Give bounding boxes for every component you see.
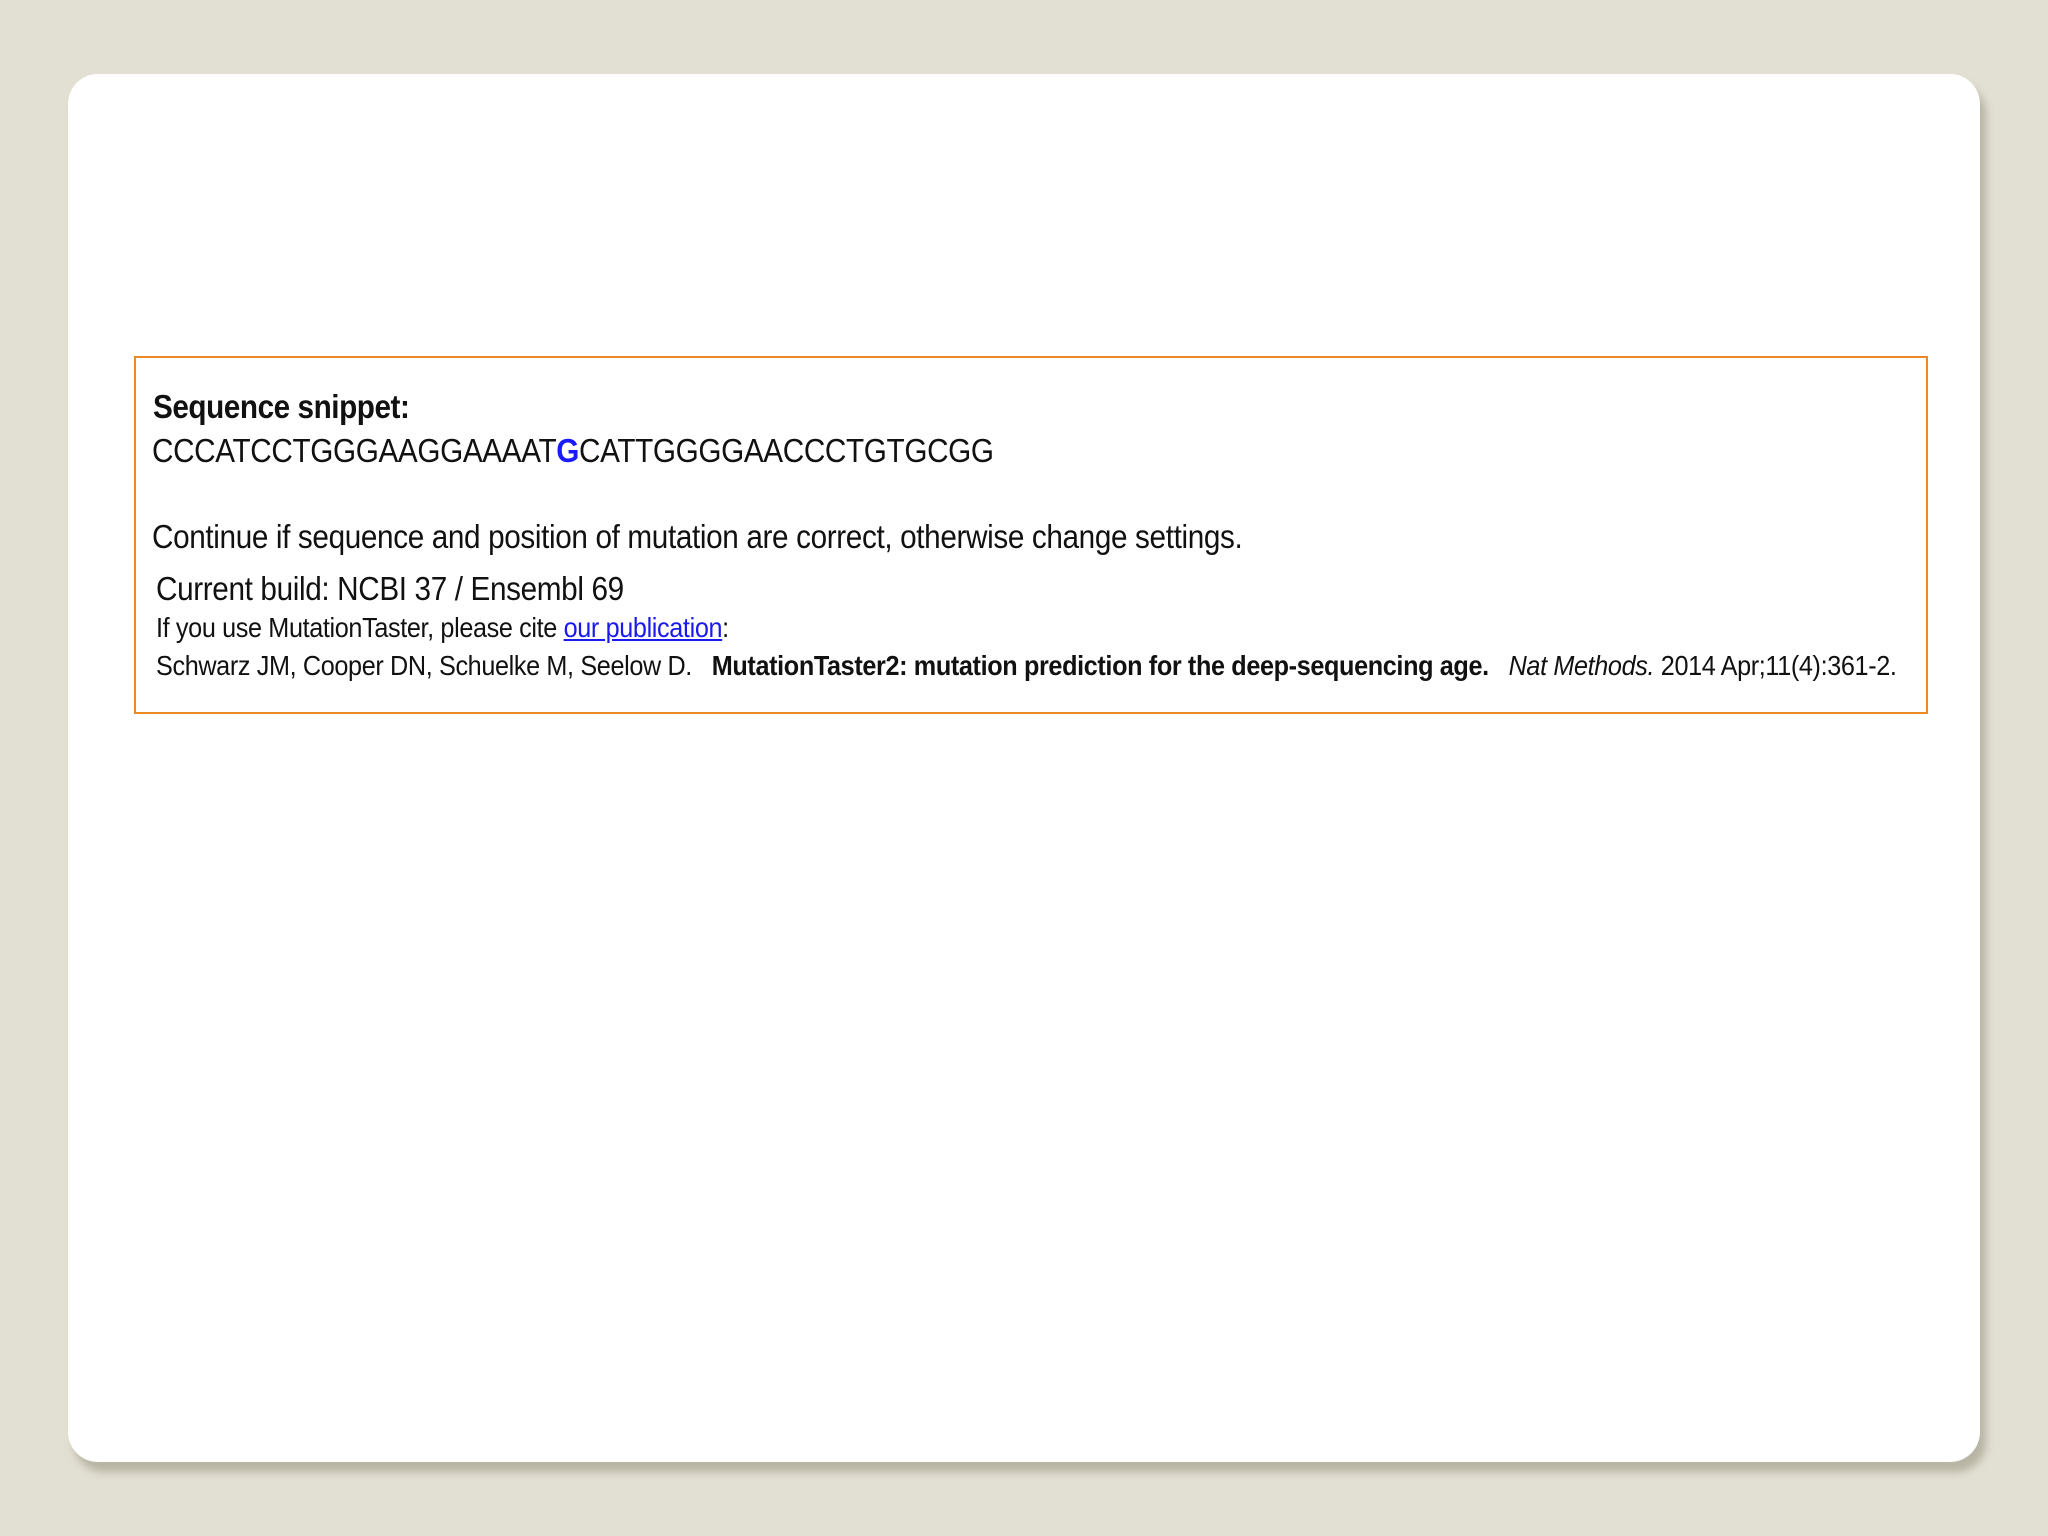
sequence-heading: Sequence snippet: [153, 388, 410, 425]
current-build: Current build: NCBI 37 / Ensembl 69 [156, 570, 624, 607]
sequence-after: CATTGGGGAACCCTGTGCGG [578, 432, 994, 469]
cite-suffix: : [722, 612, 729, 643]
reference-journal: Nat Methods. [1508, 650, 1655, 681]
mutated-base: G [556, 432, 579, 469]
sequence-snippet: CCCATCCTGGGAAGGAAAATGCATTGGGGAACCCTGTGCG… [152, 432, 994, 470]
reference-title: MutationTaster2: mutation prediction for… [711, 650, 1489, 681]
sequence-before: CCCATCCTGGGAAGGAAAAT [152, 432, 557, 469]
reference-authors: Schwarz JM, Cooper DN, Schuelke M, Seelo… [156, 650, 692, 681]
sequence-panel: Sequence snippet: CCCATCCTGGGAAGGAAAATGC… [134, 356, 1928, 714]
reference-citation: Schwarz JM, Cooper DN, Schuelke M, Seelo… [156, 650, 1897, 682]
continue-instruction: Continue if sequence and position of mut… [152, 518, 1243, 555]
publication-link[interactable]: our publication [564, 612, 723, 643]
slide-card: Sequence snippet: CCCATCCTGGGAAGGAAAATGC… [68, 74, 1980, 1462]
reference-details: 2014 Apr;11(4):361-2. [1660, 650, 1897, 681]
cite-notice: If you use MutationTaster, please cite o… [156, 612, 729, 644]
cite-prefix: If you use MutationTaster, please cite [156, 612, 557, 643]
